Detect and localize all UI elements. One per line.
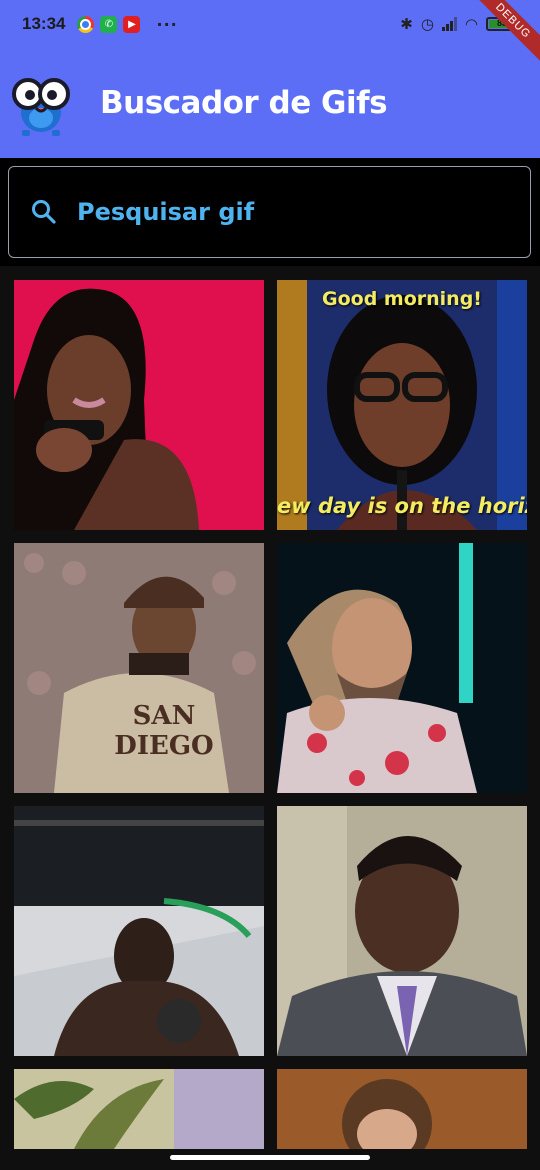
gif-tile-1[interactable] xyxy=(14,280,264,530)
notification-icons: ✆ ▶ ··· xyxy=(77,15,177,34)
chrome-icon xyxy=(77,15,95,33)
search-input[interactable] xyxy=(77,198,477,226)
gif-tile-2[interactable]: Good morning! ew day is on the horiz xyxy=(277,280,527,530)
more-icon: ··· xyxy=(156,14,178,34)
app-title: Buscador de Gifs xyxy=(100,85,388,121)
bluetooth-icon: ✱ xyxy=(400,15,413,33)
gif-tile-6[interactable] xyxy=(277,806,527,1056)
gif-tile-4[interactable] xyxy=(277,543,527,793)
gif-image-woman-phone xyxy=(14,280,264,530)
whatsapp-icon: ✆ xyxy=(100,15,118,33)
jersey-text: SAN DIEGO xyxy=(114,701,214,761)
owl-mascot-icon xyxy=(12,78,70,136)
gif-tile-3[interactable]: SAN DIEGO xyxy=(14,543,264,793)
gif-tile-5[interactable] xyxy=(14,806,264,1056)
gif-image-plant xyxy=(14,1069,264,1149)
gif-image-man-laughing xyxy=(277,543,527,793)
gif-image-man-laughing-2 xyxy=(277,1069,527,1149)
status-bar: 13:34 ✆ ▶ ··· ✱ ◷ ◠ 83 xyxy=(0,0,540,48)
gif-tile-7[interactable] xyxy=(14,1069,264,1149)
status-time: 13:34 xyxy=(22,14,66,33)
search-field[interactable] xyxy=(8,166,531,258)
gif-caption-bottom: ew day is on the horiz xyxy=(277,494,527,518)
youtube-icon: ▶ xyxy=(123,15,141,33)
wifi-icon: ◠ xyxy=(464,15,478,33)
gif-image-fighter xyxy=(14,806,264,1056)
search-icon xyxy=(32,200,56,224)
gif-image-good-morning xyxy=(277,280,527,530)
gif-image-man-suit xyxy=(277,806,527,1056)
signal-icon xyxy=(441,17,457,31)
app-bar: Buscador de Gifs xyxy=(0,48,540,158)
gif-tile-8[interactable] xyxy=(277,1069,527,1149)
alarm-icon: ◷ xyxy=(420,15,434,33)
home-indicator[interactable] xyxy=(170,1155,370,1160)
gif-caption-top: Good morning! xyxy=(322,288,482,310)
